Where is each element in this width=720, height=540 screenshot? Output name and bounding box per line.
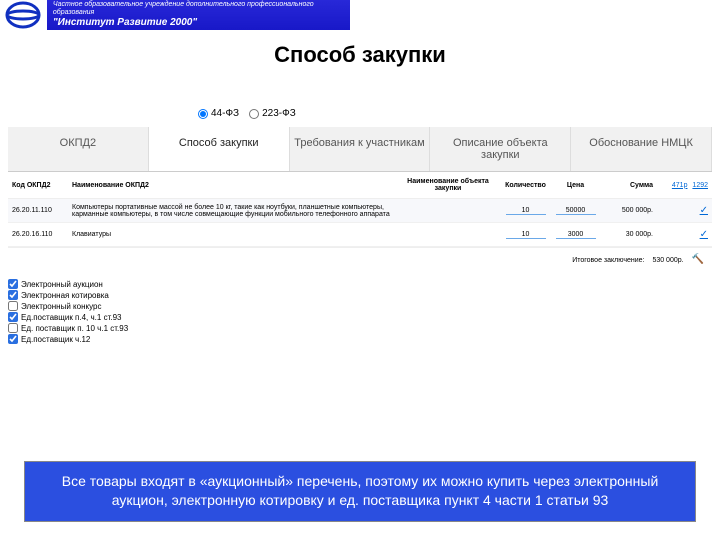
footer-note: Все товары входят в «аукционный» перечен… <box>24 461 696 522</box>
checkbox-label: Ед.поставщик п.4, ч.1 ст.93 <box>21 313 121 322</box>
col-obj: Наименование объекта закупки <box>398 178 498 192</box>
checkbox-label: Электронный конкурс <box>21 302 101 311</box>
total-label: Итоговое заключение: <box>572 257 644 264</box>
method-checkbox[interactable]: Ед.поставщик ч.12 <box>8 334 712 344</box>
brand-logo <box>0 0 47 30</box>
cell-action: ✓ <box>653 205 708 216</box>
main-content: 44-ФЗ 223-ФЗ ОКПД2 Способ закупки Требов… <box>0 108 720 344</box>
checkbox-label: Ед. поставщик п. 10 ч.1 ст.93 <box>21 324 128 333</box>
price-input[interactable] <box>556 231 596 239</box>
cell-sum: 30 000р. <box>598 231 653 238</box>
method-checkbox[interactable]: Ед.поставщик п.4, ч.1 ст.93 <box>8 312 712 322</box>
link-1292[interactable]: 1292 <box>692 182 708 189</box>
method-checkbox[interactable]: Электронный конкурс <box>8 301 712 311</box>
total-value: 530 000р. <box>652 257 683 264</box>
col-links: 471р 1292 <box>653 182 708 189</box>
col-qty: Количество <box>498 182 553 189</box>
law-radios: 44-ФЗ 223-ФЗ <box>198 108 712 119</box>
radio-223fz[interactable]: 223-ФЗ <box>249 108 296 119</box>
col-sum: Сумма <box>598 182 653 189</box>
method-checkbox[interactable]: Электронная котировка <box>8 290 712 300</box>
brand-text: Частное образовательное учреждение допол… <box>53 1 350 30</box>
col-code: Код ОКПД2 <box>12 182 72 189</box>
brand-header: Частное образовательное учреждение допол… <box>0 0 350 30</box>
table-row: 26.20.11.110Компьютеры портативные массо… <box>8 199 712 223</box>
qty-input[interactable] <box>506 231 546 239</box>
check-icon: ✓ <box>700 205 708 216</box>
tab-bar: ОКПД2 Способ закупки Требования к участн… <box>8 127 712 172</box>
price-input[interactable] <box>556 207 596 215</box>
cell-qty <box>498 207 553 215</box>
tab-description[interactable]: Описание объекта закупки <box>430 127 571 171</box>
cell-qty <box>498 231 553 239</box>
checkbox-label: Ед.поставщик ч.12 <box>21 335 90 344</box>
cell-name: Компьютеры портативные массой не более 1… <box>72 204 398 218</box>
cell-sum: 500 000р. <box>598 207 653 214</box>
table-row: 26.20.16.110Клавиатуры 30 000р. ✓ <box>8 223 712 247</box>
cell-price <box>553 231 598 239</box>
table-header: Код ОКПД2 Наименование ОКПД2 Наименовани… <box>8 172 712 199</box>
cell-price <box>553 207 598 215</box>
method-checkbox[interactable]: Электронный аукцион <box>8 279 712 289</box>
cell-action: ✓ <box>653 229 708 240</box>
total-row: Итоговое заключение: 530 000р. 🔨 <box>8 247 712 271</box>
checkbox-label: Электронный аукцион <box>21 280 103 289</box>
tab-okpd2[interactable]: ОКПД2 <box>8 127 149 171</box>
cell-code: 26.20.16.110 <box>12 231 72 238</box>
radio-44fz[interactable]: 44-ФЗ <box>198 108 239 119</box>
col-name: Наименование ОКПД2 <box>72 182 398 189</box>
tab-nmck[interactable]: Обоснование НМЦК <box>571 127 712 171</box>
cell-code: 26.20.11.110 <box>12 207 72 214</box>
method-checkbox[interactable]: Ед. поставщик п. 10 ч.1 ст.93 <box>8 323 712 333</box>
checkbox-label: Электронная котировка <box>21 291 109 300</box>
tab-requirements[interactable]: Требования к участникам <box>290 127 431 171</box>
col-price: Цена <box>553 182 598 189</box>
cell-name: Клавиатуры <box>72 231 398 238</box>
hammer-icon: 🔨 <box>692 254 704 265</box>
page-title: Способ закупки <box>0 42 720 68</box>
check-icon: ✓ <box>700 229 708 240</box>
tab-method[interactable]: Способ закупки <box>149 127 290 171</box>
qty-input[interactable] <box>506 207 546 215</box>
method-checkboxes: Электронный аукцион Электронная котировка… <box>8 279 712 344</box>
link-471[interactable]: 471р <box>672 182 688 189</box>
